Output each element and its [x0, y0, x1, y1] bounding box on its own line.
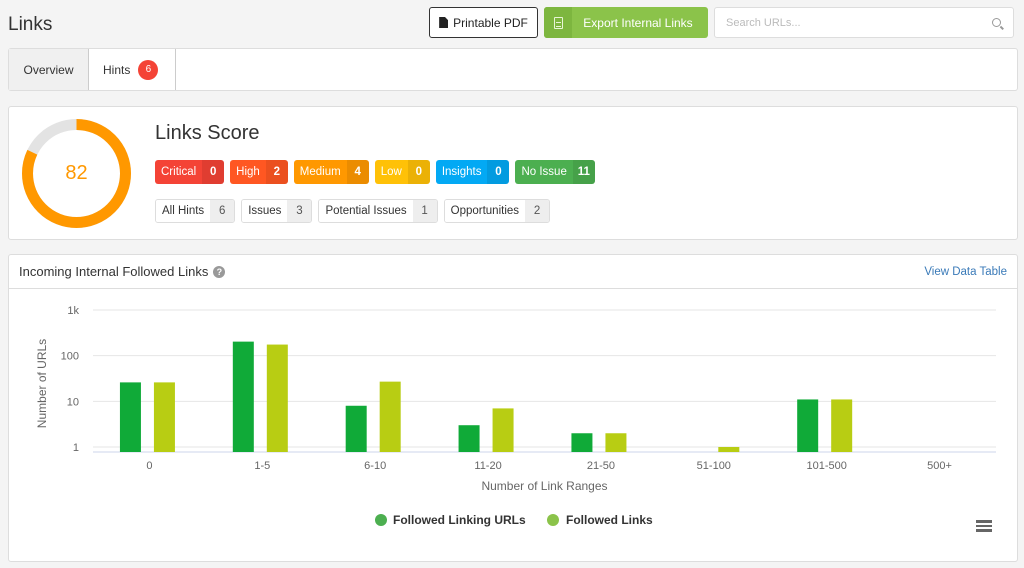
y-axis-title: Number of URLs [35, 339, 49, 428]
severity-label: Low [380, 166, 402, 178]
search-icon[interactable] [992, 18, 1001, 27]
bar-followed-linking-urls [345, 405, 367, 452]
bar-chart: 1 10 100 1k 0 1-5 6-10 11-20 21-50 51-100 101-500 5… [35, 305, 996, 527]
type-label: Issues [242, 200, 288, 222]
search-input[interactable] [715, 16, 992, 29]
severity-count: 11 [572, 160, 595, 184]
incoming-links-chart-card: Incoming Internal Followed Links ? View … [8, 254, 1018, 562]
bar-followed-links [266, 344, 288, 452]
bar-followed-links [605, 433, 627, 452]
severity-critical-button[interactable]: Critical 0 [155, 160, 225, 184]
x-tick-label: 11-20 [474, 460, 501, 472]
severity-label: Insights [441, 166, 482, 178]
type-label: Opportunities [444, 200, 526, 222]
tab-overview-label: Overview [23, 62, 74, 77]
legend-label: Followed Linking URLs [393, 513, 526, 527]
tab-bar: Overview Hints 6 [8, 48, 1018, 91]
y-tick-label: 100 [61, 351, 79, 363]
severity-high-button[interactable]: High 2 [230, 160, 288, 184]
search-box [714, 7, 1014, 38]
tab-hints-label: Hints [103, 62, 131, 77]
type-all-hints-button[interactable]: All Hints 6 [155, 199, 236, 223]
chart-menu-icon[interactable] [976, 520, 992, 532]
type-opportunities-button[interactable]: Opportunities 2 [443, 199, 551, 223]
score-value: 82 [65, 162, 88, 184]
bar-followed-linking-urls [232, 341, 254, 452]
tab-hints[interactable]: Hints 6 [89, 49, 176, 90]
x-tick-label: 500+ [927, 460, 952, 472]
legend-marker-followed-linking-urls [375, 514, 387, 526]
severity-count: 0 [202, 160, 225, 184]
bar-followed-links [379, 381, 401, 452]
severity-filters: Critical 0 High 2 Medium 4 Low 0 Insights 0 N… [155, 160, 595, 184]
severity-label: Medium [299, 166, 341, 178]
bar-followed-linking-urls [797, 399, 819, 452]
bar-followed-links [492, 408, 514, 452]
type-count: 2 [525, 200, 550, 222]
hints-count-badge: 6 [138, 59, 159, 80]
x-tick-label: 6-10 [364, 460, 386, 472]
severity-count: 0 [487, 160, 510, 184]
type-count: 1 [412, 200, 437, 222]
type-issues-button[interactable]: Issues 3 [241, 199, 313, 223]
x-axis-title: Number of Link Ranges [481, 479, 607, 493]
tab-overview[interactable]: Overview [9, 49, 89, 90]
printable-pdf-label: Printable PDF [453, 15, 528, 30]
type-label: Potential Issues [319, 200, 413, 222]
bar-followed-links [718, 447, 740, 452]
severity-count: 4 [346, 160, 369, 184]
bar-followed-linking-urls [458, 425, 480, 452]
severity-insights-button[interactable]: Insights 0 [435, 160, 510, 184]
legend-marker-followed-links [547, 514, 559, 526]
links-score-card: 82 Links Score Critical 0 High 2 Medium 4 L… [8, 106, 1018, 240]
bar-followed-linking-urls [119, 382, 141, 452]
severity-label: Critical [161, 166, 197, 178]
type-label: All Hints [156, 200, 211, 222]
legend-label: Followed Links [566, 513, 653, 527]
severity-label: High [236, 166, 260, 178]
severity-no-issue-button[interactable]: No Issue 11 [515, 160, 595, 184]
severity-count: 0 [407, 160, 430, 184]
severity-count: 2 [265, 160, 288, 184]
bar-followed-linking-urls [571, 433, 593, 452]
y-tick-label: 1k [67, 305, 79, 317]
x-tick-label: 51-100 [697, 460, 731, 472]
type-potential-issues-button[interactable]: Potential Issues 1 [318, 199, 438, 223]
bar-followed-links [831, 399, 853, 452]
x-tick-label: 0 [146, 460, 152, 472]
spreadsheet-icon [544, 7, 572, 38]
export-label: Export Internal Links [583, 15, 693, 30]
x-tick-label: 1-5 [254, 460, 270, 472]
page-title: Links [8, 14, 53, 35]
hint-type-filters: All Hints 6 Issues 3 Potential Issues 1 Opp… [155, 199, 551, 223]
printable-pdf-button[interactable]: Printable PDF [429, 7, 538, 38]
export-internal-links-button[interactable]: Export Internal Links [544, 7, 708, 38]
document-icon [439, 17, 449, 28]
y-tick-label: 10 [67, 396, 79, 408]
bar-followed-links [153, 382, 175, 452]
x-tick-label: 101-500 [807, 460, 847, 472]
score-title: Links Score [155, 122, 260, 144]
x-tick-label: 21-50 [587, 460, 615, 472]
severity-low-button[interactable]: Low 0 [374, 160, 430, 184]
type-count: 6 [210, 200, 235, 222]
type-count: 3 [287, 200, 312, 222]
severity-label: No Issue [521, 166, 567, 178]
y-tick-label: 1 [73, 442, 79, 454]
severity-medium-button[interactable]: Medium 4 [293, 160, 369, 184]
